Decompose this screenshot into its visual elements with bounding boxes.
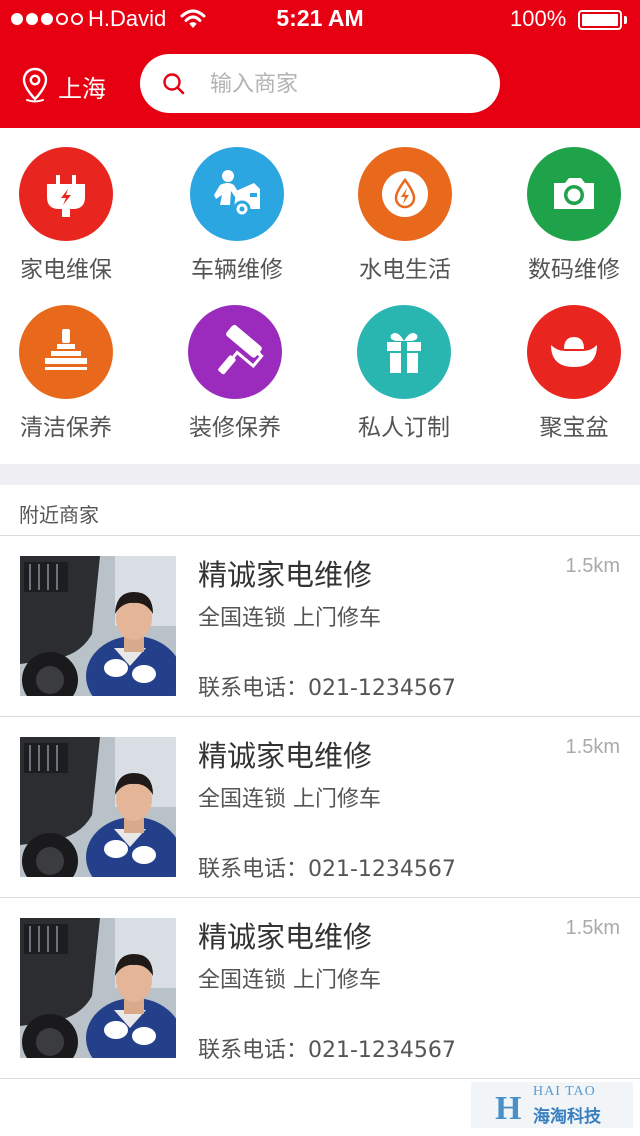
search-input[interactable]	[208, 64, 482, 104]
merchant-photo	[20, 737, 176, 877]
city-selector[interactable]: 上海	[58, 69, 106, 104]
merchant-phone[interactable]: 联系电话：021-1234567	[198, 1032, 456, 1064]
category-label: 私人订制	[358, 415, 450, 441]
category-custom[interactable]: 私人订制	[324, 305, 484, 442]
paint-roller-icon	[188, 305, 282, 399]
search-box[interactable]	[140, 54, 500, 113]
nearby-section-title: 附近商家	[19, 503, 99, 527]
category-appliance-repair[interactable]: 家电维保	[0, 147, 146, 284]
category-label: 车辆维修	[191, 257, 283, 283]
merchant-name: 精诚家电维修	[198, 739, 373, 773]
merchant-name: 精诚家电维修	[198, 558, 373, 592]
category-water-electric[interactable]: 水电生活	[325, 147, 485, 284]
category-label: 聚宝盆	[539, 415, 609, 441]
watermark-english: HAI TAO	[533, 1084, 596, 1099]
haitao-watermark-logo: H HAI TAO 海淘科技	[471, 1082, 633, 1128]
category-label: 数码维修	[528, 257, 620, 283]
merchant-photo	[20, 918, 176, 1058]
category-digital-repair[interactable]: 数码维修	[494, 147, 640, 284]
category-label: 清洁保养	[20, 415, 112, 441]
merchant-list-item[interactable]: 精诚家电维修 1.5km 全国连锁 上门修车 联系电话：021-1234567	[0, 717, 640, 897]
camera-icon	[527, 147, 621, 241]
battery-percent: 100%	[510, 6, 567, 31]
ingot-icon	[527, 305, 621, 399]
water-electric-icon	[358, 147, 452, 241]
merchant-list-item[interactable]: 精诚家电维修 1.5km 全国连锁 上门修车 联系电话：021-1234567	[0, 898, 640, 1078]
battery-tip	[624, 16, 627, 24]
section-divider	[0, 464, 640, 485]
category-renovation[interactable]: 装修保养	[155, 305, 315, 442]
category-label: 家电维保	[20, 257, 112, 283]
vacuum-icon	[19, 305, 113, 399]
category-cleaning[interactable]: 清洁保养	[0, 305, 146, 442]
merchant-list-item[interactable]: 精诚家电维修 1.5km 全国连锁 上门修车 联系电话：021-1234567	[0, 536, 640, 716]
merchant-description: 全国连锁 上门修车	[198, 787, 381, 812]
category-treasure[interactable]: 聚宝盆	[494, 305, 640, 442]
search-icon	[163, 73, 185, 95]
merchant-phone[interactable]: 联系电话：021-1234567	[198, 670, 456, 702]
plug-icon	[19, 147, 113, 241]
gift-icon	[357, 305, 451, 399]
status-bar: H.David 5:21 AM 100%	[0, 0, 640, 40]
merchant-distance: 1.5km	[565, 555, 620, 577]
merchant-distance: 1.5km	[565, 917, 620, 939]
watermark-chinese: 海淘科技	[533, 1107, 601, 1127]
category-vehicle-repair[interactable]: 车辆维修	[157, 147, 317, 284]
merchant-description: 全国连锁 上门修车	[198, 968, 381, 993]
battery-icon	[578, 10, 622, 30]
merchant-photo	[20, 556, 176, 696]
merchant-name: 精诚家电维修	[198, 920, 373, 954]
merchant-description: 全国连锁 上门修车	[198, 606, 381, 631]
merchant-distance: 1.5km	[565, 736, 620, 758]
car-repair-icon	[190, 147, 284, 241]
watermark-letter: H	[495, 1090, 522, 1127]
list-divider	[0, 1078, 640, 1079]
category-label: 水电生活	[359, 257, 451, 283]
merchant-phone[interactable]: 联系电话：021-1234567	[198, 851, 456, 883]
location-pin-icon[interactable]	[22, 67, 48, 103]
header-bar: H.David 5:21 AM 100% 上海	[0, 0, 640, 128]
category-label: 装修保养	[189, 415, 281, 441]
